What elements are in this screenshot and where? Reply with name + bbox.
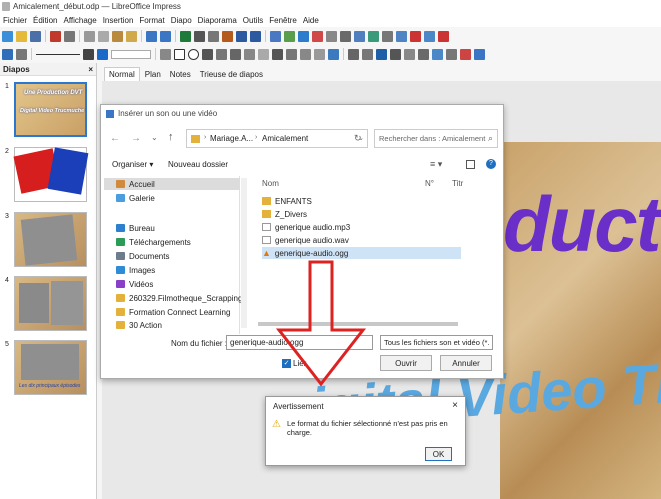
close-icon[interactable]: × (452, 400, 458, 411)
warning-icon: ⚠ (272, 419, 281, 430)
ok-label: OK (432, 449, 445, 459)
red-down-arrow (275, 260, 367, 387)
warning-title: Avertissement (273, 402, 324, 411)
ok-button[interactable]: OK (425, 447, 452, 461)
warning-dialog: Avertissement × ⚠ Le format du fichier s… (265, 396, 466, 466)
warning-message: Le format du fichier sélectionné n'est p… (287, 419, 448, 437)
